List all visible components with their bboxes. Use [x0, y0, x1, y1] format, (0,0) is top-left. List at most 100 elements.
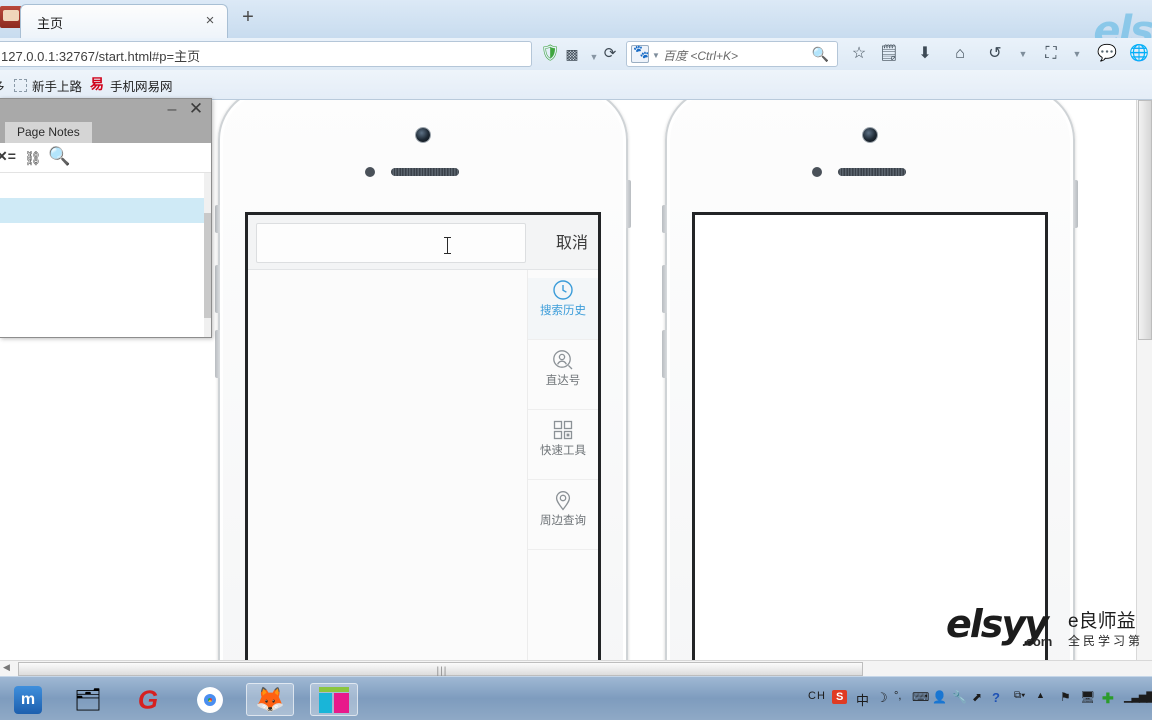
url-bar[interactable]: 127.0.0.1:32767/start.html#p=主页: [0, 41, 532, 67]
list-item[interactable]: [0, 173, 210, 198]
tray-user-icon[interactable]: 👤: [932, 690, 947, 704]
tray-wrench-icon[interactable]: 🔧: [952, 690, 967, 704]
list-item[interactable]: [0, 248, 210, 273]
panel-tab-bar: Page Notes: [0, 121, 211, 143]
phone-mockup-right: [662, 100, 1078, 660]
screenshot-icon[interactable]: ⛶: [1038, 42, 1064, 66]
close-icon[interactable]: ×: [203, 13, 217, 28]
close-icon[interactable]: ✕: [187, 100, 205, 118]
search-icon[interactable]: 🔍: [812, 46, 829, 63]
chat-icon[interactable]: 💬: [1094, 42, 1120, 66]
side-menu: 搜索历史 直达号 快速工具 周边查询: [527, 270, 598, 660]
taskbar-app-windows[interactable]: [310, 683, 358, 716]
cancel-button[interactable]: 取消: [556, 229, 588, 253]
tab-home[interactable]: 主页 ×: [20, 4, 228, 38]
shield-icon[interactable]: 🛡: [540, 44, 560, 64]
bookmark-star-icon[interactable]: ☆: [846, 42, 872, 66]
tray-show-hidden-icon[interactable]: ▲: [1036, 690, 1045, 700]
tray-punctuation-icon[interactable]: °,: [894, 690, 901, 702]
url-text: 127.0.0.1:32767/start.html#p=主页: [1, 49, 201, 64]
chevron-down-icon[interactable]: ▼: [652, 51, 660, 60]
bookmark-item-0[interactable]: 多: [0, 76, 5, 95]
earpiece-speaker-icon: [391, 168, 459, 176]
volume-up-button: [215, 265, 220, 313]
front-camera-icon: [863, 128, 877, 142]
silent-switch: [215, 205, 220, 233]
tab-strip: 主页 × + els: [0, 0, 1152, 54]
menu-item-nearby-search[interactable]: 周边查询: [528, 488, 598, 550]
text-cursor-icon: [444, 237, 451, 254]
home-icon[interactable]: ⌂: [947, 42, 973, 66]
screenshot-caret-icon[interactable]: ▼: [1064, 42, 1090, 66]
tray-signal-icon[interactable]: ▁▃▅▇: [1124, 690, 1152, 703]
dotted-folder-icon: [14, 79, 27, 92]
list-item[interactable]: [0, 198, 210, 223]
reload-icon[interactable]: ⟳: [600, 44, 620, 64]
sim-tray: [626, 180, 631, 228]
taskbar-app-gg[interactable]: G: [124, 683, 172, 716]
download-icon[interactable]: ⬇: [912, 42, 938, 66]
search-header: 取消: [248, 215, 598, 270]
location-pin-icon: [551, 488, 575, 512]
horizontal-scrollbar[interactable]: ◀ |||: [0, 660, 1152, 677]
tray-keyboard-icon[interactable]: ⌨: [912, 690, 929, 704]
undo-caret-icon[interactable]: ▼: [1010, 42, 1036, 66]
tray-moon-icon[interactable]: ☽: [876, 690, 888, 706]
tray-network-icon[interactable]: 🖥: [1080, 690, 1095, 704]
x-equals-icon[interactable]: ✕=: [0, 148, 16, 165]
front-camera-icon: [416, 128, 430, 142]
search-bar[interactable]: ▼ 百度 <Ctrl+K> 🔍: [626, 41, 838, 67]
bookmarks-bar: 多 新手上路 易 手机网易网: [0, 70, 1152, 100]
bookmark-item-1[interactable]: 新手上路: [32, 76, 82, 95]
panel-toolbar: ✕= ⛓ 🔍: [0, 143, 211, 173]
qr-icon[interactable]: ▩: [562, 44, 582, 64]
tray-flag-icon[interactable]: ⚑: [1060, 690, 1071, 704]
vertical-scrollbar[interactable]: [1136, 100, 1152, 660]
vertical-scrollbar-thumb[interactable]: [1138, 100, 1152, 340]
netease-icon: 易: [90, 76, 104, 92]
panel-notes-list: [0, 173, 211, 337]
app-tiles-icon: [319, 686, 349, 713]
proximity-sensor-icon: [812, 167, 822, 177]
taskbar-app-chrome[interactable]: [186, 683, 234, 716]
list-item[interactable]: [0, 223, 210, 248]
clock-icon: [551, 278, 575, 302]
menu-item-direct-number[interactable]: 直达号: [528, 348, 598, 410]
scroll-left-arrow-icon[interactable]: ◀: [3, 662, 10, 673]
horizontal-scrollbar-thumb[interactable]: |||: [18, 662, 863, 677]
browser-window: 主页 × + els 127.0.0.1:32767/start.html#p=…: [0, 0, 1152, 677]
taskbar-app-firefox[interactable]: 🦊: [246, 683, 294, 716]
search-icon[interactable]: 🔍: [48, 146, 70, 167]
page-notes-panel: – ✕ Page Notes ✕= ⛓ 🔍: [0, 98, 212, 338]
menu-item-quick-tools[interactable]: 快速工具: [528, 418, 598, 480]
tab-title: 主页: [37, 16, 64, 31]
tray-ime-ch[interactable]: CH: [808, 690, 826, 702]
globe-icon[interactable]: 🌐: [1126, 42, 1152, 66]
panel-scrollbar[interactable]: [204, 173, 211, 337]
new-tab-button[interactable]: +: [238, 7, 258, 28]
silent-switch: [662, 205, 667, 233]
menu-item-search-history[interactable]: 搜索历史: [528, 278, 598, 340]
tray-add-icon[interactable]: ✚: [1102, 690, 1114, 707]
tray-expand-icon[interactable]: ⬈: [972, 690, 982, 704]
search-input[interactable]: [256, 223, 526, 263]
tab-page-notes[interactable]: Page Notes: [5, 122, 92, 143]
reading-list-icon[interactable]: 🗒: [876, 42, 902, 66]
tray-chinese-mode-icon[interactable]: 中: [856, 690, 869, 709]
tray-overflow-icon[interactable]: ⧉▾: [1014, 690, 1025, 701]
minimize-icon[interactable]: –: [163, 101, 181, 119]
volume-down-button: [662, 330, 667, 378]
tray-sogou-icon[interactable]: S: [832, 690, 848, 704]
taskbar-app-file-explorer[interactable]: 🗂: [64, 683, 112, 716]
volume-down-button: [215, 330, 220, 378]
taskbar-app-maxthon[interactable]: m: [4, 683, 52, 716]
panel-scrollbar-thumb[interactable]: [204, 213, 211, 318]
bookmark-item-2[interactable]: 手机网易网: [110, 76, 173, 95]
link-icon[interactable]: ⛓: [24, 150, 42, 167]
tray-help-icon[interactable]: ?: [992, 690, 1000, 705]
menu-label: 搜索历史: [540, 305, 586, 317]
search-placeholder: 百度 <Ctrl+K>: [663, 49, 739, 63]
undo-icon[interactable]: ↺: [982, 42, 1008, 66]
search-results-area: [248, 270, 533, 660]
person-search-icon: [551, 348, 575, 372]
